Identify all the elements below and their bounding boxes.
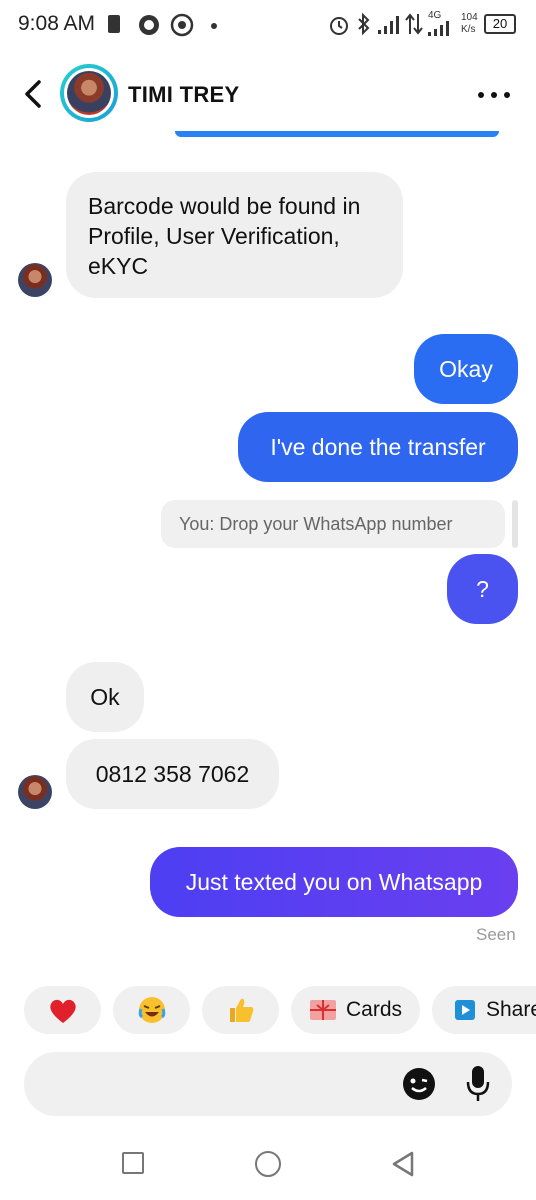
cards-icon (310, 1000, 336, 1020)
reply-preview[interactable]: You: Drop your WhatsApp number (161, 500, 505, 548)
quick-reply-share[interactable]: Share (432, 986, 536, 1034)
quick-reply-cards[interactable]: Cards (291, 986, 420, 1034)
sticker-emoji-icon[interactable] (402, 1067, 436, 1101)
microphone-icon[interactable] (465, 1064, 491, 1104)
back-arrow-icon[interactable] (18, 78, 50, 110)
message-input[interactable] (24, 1052, 512, 1116)
back-nav-button[interactable] (390, 1150, 416, 1178)
battery-icon: 20 (484, 14, 516, 34)
quick-reply-heart[interactable] (24, 986, 101, 1034)
alarm-icon (330, 17, 348, 35)
message-bubble-outgoing[interactable]: ? (447, 554, 518, 624)
message-line: eKYC (88, 253, 149, 279)
quick-reply-thumbs-up[interactable] (202, 986, 279, 1034)
message-bubble-outgoing[interactable]: Okay (414, 334, 518, 404)
signal-icon-2 (428, 21, 449, 36)
share-label: Share (486, 998, 536, 1021)
message-bubble-incoming[interactable]: Barcode would be found in Profile, User … (66, 172, 403, 298)
heart-icon (50, 999, 76, 1023)
laughing-emoji-icon (138, 997, 166, 1023)
speed-value: 104 (461, 12, 478, 23)
battery-level: 20 (492, 16, 508, 31)
message-bubble-incoming[interactable]: 0812 358 7062 (66, 739, 279, 809)
message-text: ? (476, 576, 489, 602)
contact-name[interactable]: TIMI TREY (128, 82, 239, 108)
status-notification-icons (108, 13, 217, 37)
message-bubble-incoming[interactable]: Ok (66, 662, 144, 732)
message-line: Barcode would be found in (88, 193, 361, 219)
reply-indicator-bar (512, 500, 518, 548)
message-text: Just texted you on Whatsapp (185, 869, 483, 895)
message-text-field[interactable] (44, 1064, 388, 1106)
message-text: 0812 358 7062 (95, 761, 250, 787)
message-bubble-outgoing[interactable]: I've done the transfer (238, 412, 518, 482)
avatar-photo (67, 71, 111, 115)
message-text: Ok (90, 684, 120, 710)
recent-apps-button[interactable] (122, 1152, 144, 1174)
sender-avatar[interactable] (18, 263, 52, 297)
speed-unit: K/s (461, 24, 476, 35)
share-icon (455, 1000, 475, 1020)
seen-label: Seen (476, 925, 516, 944)
message-text: Okay (439, 356, 493, 382)
data-arrows-icon (405, 13, 423, 35)
message-text: I've done the transfer (270, 434, 486, 460)
status-time: 9:08 AM (18, 12, 96, 35)
home-button[interactable] (255, 1151, 281, 1177)
cards-label: Cards (346, 998, 403, 1021)
previous-message-edge (175, 131, 499, 137)
bluetooth-icon (358, 12, 370, 36)
message-bubble-outgoing[interactable]: Just texted you on Whatsapp (150, 847, 518, 917)
thumbs-up-icon (230, 998, 254, 1022)
message-line: Profile, User Verification, (88, 223, 340, 249)
more-options-icon[interactable] (478, 90, 512, 100)
signal-icon (378, 16, 399, 34)
sender-avatar[interactable] (18, 775, 52, 809)
contact-avatar[interactable] (60, 64, 118, 122)
quick-reply-laugh[interactable] (113, 986, 190, 1034)
